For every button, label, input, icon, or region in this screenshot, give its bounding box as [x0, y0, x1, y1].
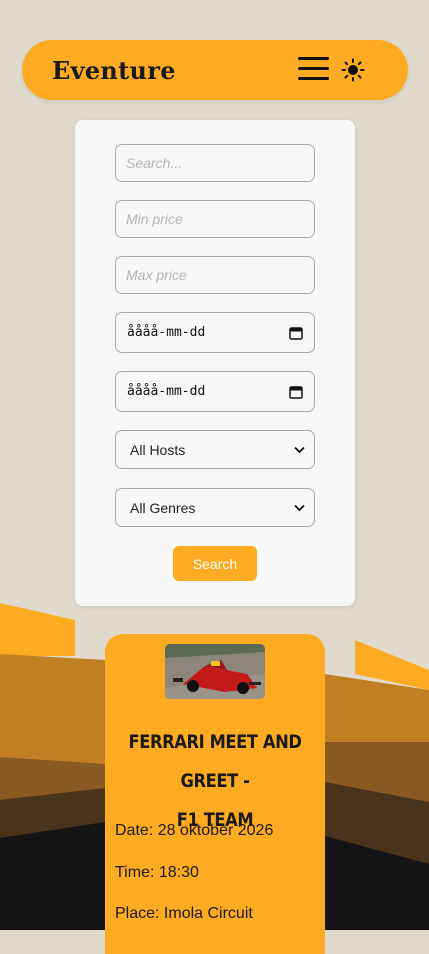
host-select-value: All Hosts — [130, 441, 186, 458]
event-title-line-1: Ferrari meet and greet - — [128, 731, 302, 792]
navbar: Eventure — [22, 40, 408, 100]
hamburger-menu-icon[interactable] — [298, 57, 330, 81]
sun-icon[interactable] — [341, 58, 365, 82]
search-form: åååå-mm-dd åååå-mm-dd All Hosts All Genr… — [75, 120, 355, 606]
host-select[interactable]: All Hosts — [115, 430, 315, 469]
calendar-icon[interactable] — [289, 385, 303, 399]
start-date-value: åååå-mm-dd — [127, 325, 206, 340]
min-price-input[interactable] — [115, 200, 315, 238]
event-date: Date: 28 oktober 2026 — [115, 822, 274, 839]
genre-select-value: All Genres — [130, 499, 196, 516]
end-date-input[interactable]: åååå-mm-dd — [115, 371, 315, 412]
max-price-input[interactable] — [115, 256, 315, 294]
event-time: Time: 18:30 — [115, 864, 199, 881]
event-image[interactable] — [165, 644, 265, 699]
brand-logo[interactable]: Eventure — [52, 56, 176, 85]
end-date-value: åååå-mm-dd — [127, 384, 206, 399]
chevron-down-icon — [294, 446, 305, 453]
calendar-icon[interactable] — [289, 326, 303, 340]
search-button[interactable]: Search — [173, 546, 257, 581]
search-input[interactable] — [115, 144, 315, 182]
event-place: Place: Imola Circuit — [115, 905, 253, 922]
chevron-down-icon — [294, 504, 305, 511]
event-card[interactable]: Ferrari meet and greet - F1 Team Date: 2… — [105, 634, 325, 954]
start-date-input[interactable]: åååå-mm-dd — [115, 312, 315, 353]
genre-select[interactable]: All Genres — [115, 488, 315, 527]
